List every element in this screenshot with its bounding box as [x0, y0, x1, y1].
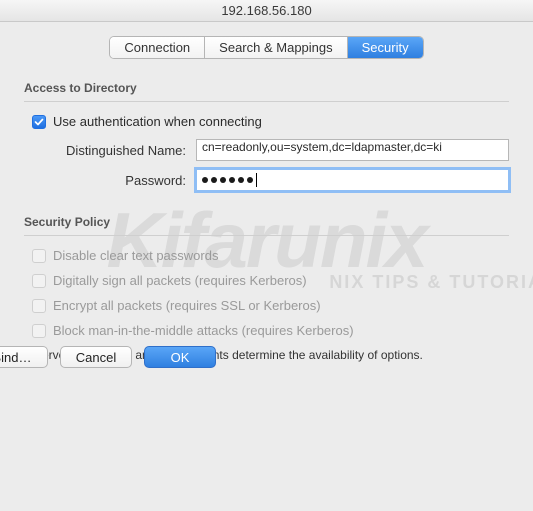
policy-row-sign: Digitally sign all packets (requires Ker… — [32, 273, 509, 288]
use-auth-label: Use authentication when connecting — [53, 114, 262, 129]
policy-row-cleartext: Disable clear text passwords — [32, 248, 509, 263]
divider — [24, 101, 509, 102]
tab-connection[interactable]: Connection — [110, 37, 205, 58]
password-input[interactable] — [196, 169, 509, 191]
tab-security[interactable]: Security — [348, 37, 423, 58]
policy-row-encrypt: Encrypt all packets (requires SSL or Ker… — [32, 298, 509, 313]
policy-row-mitm: Block man-in-the-middle attacks (require… — [32, 323, 509, 338]
policy-cleartext-checkbox — [32, 249, 46, 263]
bind-button[interactable]: Bind… — [0, 346, 48, 368]
window-title: 192.168.56.180 — [0, 0, 533, 22]
policy-mitm-label: Block man-in-the-middle attacks (require… — [53, 323, 354, 338]
ok-button[interactable]: OK — [144, 346, 216, 368]
use-auth-row[interactable]: Use authentication when connecting — [32, 114, 509, 129]
tab-bar: Connection Search & Mappings Security — [24, 36, 509, 59]
access-heading: Access to Directory — [24, 81, 509, 95]
policy-heading: Security Policy — [24, 215, 509, 229]
dn-label: Distinguished Name: — [36, 143, 196, 158]
policy-encrypt-checkbox — [32, 299, 46, 313]
policy-mitm-checkbox — [32, 324, 46, 338]
distinguished-name-input[interactable]: cn=readonly,ou=system,dc=ldapmaster,dc=k… — [196, 139, 509, 161]
use-auth-checkbox[interactable] — [32, 115, 46, 129]
tab-search-mappings[interactable]: Search & Mappings — [205, 37, 347, 58]
cancel-button[interactable]: Cancel — [60, 346, 132, 368]
policy-encrypt-label: Encrypt all packets (requires SSL or Ker… — [53, 298, 321, 313]
check-icon — [34, 117, 44, 127]
policy-sign-checkbox — [32, 274, 46, 288]
password-label: Password: — [36, 173, 196, 188]
policy-cleartext-label: Disable clear text passwords — [53, 248, 218, 263]
policy-sign-label: Digitally sign all packets (requires Ker… — [53, 273, 307, 288]
divider — [24, 235, 509, 236]
